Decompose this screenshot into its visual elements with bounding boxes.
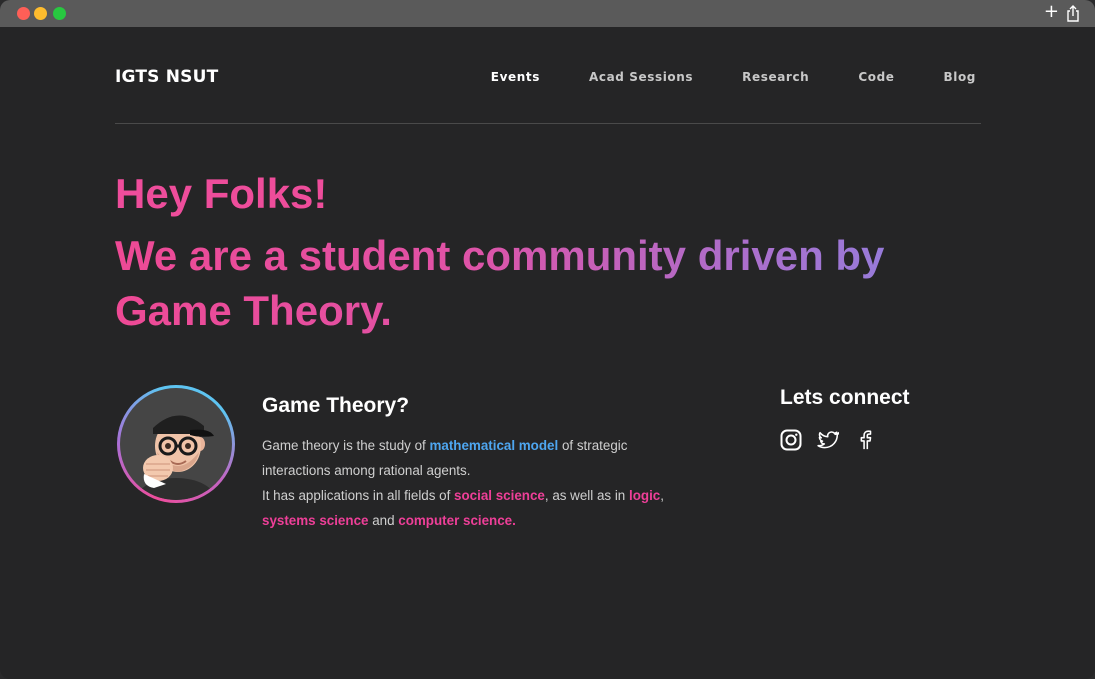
- minimize-window-button[interactable]: [34, 7, 47, 20]
- nav-link-research[interactable]: Research: [742, 70, 809, 84]
- text-segment: and: [368, 513, 399, 528]
- game-theory-section: Game Theory? Game theory is the study of…: [262, 394, 682, 533]
- mathematical-model-link[interactable]: mathematical model: [429, 438, 558, 453]
- maximize-window-button[interactable]: [53, 7, 66, 20]
- memoji-avatar-icon: [136, 415, 216, 500]
- game-theory-paragraph-1: Game theory is the study of mathematical…: [262, 433, 682, 483]
- nav-link-acad-sessions[interactable]: Acad Sessions: [589, 70, 693, 84]
- social-science-link[interactable]: social science: [454, 488, 545, 503]
- share-icon[interactable]: [1066, 5, 1080, 26]
- systems-science-link[interactable]: systems science: [262, 513, 368, 528]
- nav-link-blog[interactable]: Blog: [944, 70, 977, 84]
- window-titlebar: +: [0, 0, 1095, 27]
- nav-links: Events Acad Sessions Research Code Blog: [442, 70, 976, 84]
- browser-window: + IGTS NSUT Events Acad Sessions Researc…: [0, 0, 1095, 679]
- text-segment: ,: [660, 488, 664, 503]
- instagram-icon[interactable]: [780, 429, 802, 451]
- avatar-ring: [117, 385, 235, 503]
- text-segment: , as well as in: [544, 488, 629, 503]
- nav-link-code[interactable]: Code: [858, 70, 894, 84]
- twitter-icon[interactable]: [817, 429, 841, 451]
- hero-greeting: Hey Folks!: [115, 170, 328, 217]
- hero-section: Hey Folks! We are a student community dr…: [115, 168, 975, 338]
- avatar: [120, 388, 232, 500]
- computer-science-link[interactable]: computer science.: [398, 513, 516, 528]
- top-navigation: IGTS NSUT Events Acad Sessions Research …: [115, 66, 981, 90]
- new-tab-plus-icon[interactable]: +: [1044, 3, 1059, 21]
- text-segment: It has applications in all fields of: [262, 488, 455, 503]
- game-theory-title: Game Theory?: [262, 394, 410, 417]
- brand-logo-text[interactable]: IGTS NSUT: [115, 67, 218, 87]
- facebook-icon[interactable]: [854, 429, 876, 451]
- text-segment: Game theory is the study of: [262, 438, 430, 453]
- connect-section: Lets connect: [780, 386, 980, 451]
- connect-title: Lets connect: [780, 386, 910, 409]
- hero-tagline: We are a student community driven by Gam…: [115, 228, 975, 338]
- close-window-button[interactable]: [17, 7, 30, 20]
- nav-link-events[interactable]: Events: [491, 70, 540, 84]
- logic-link[interactable]: logic: [629, 488, 660, 503]
- social-links: [780, 429, 980, 451]
- game-theory-paragraph-2: It has applications in all fields of soc…: [262, 483, 682, 533]
- header-divider: [115, 123, 981, 124]
